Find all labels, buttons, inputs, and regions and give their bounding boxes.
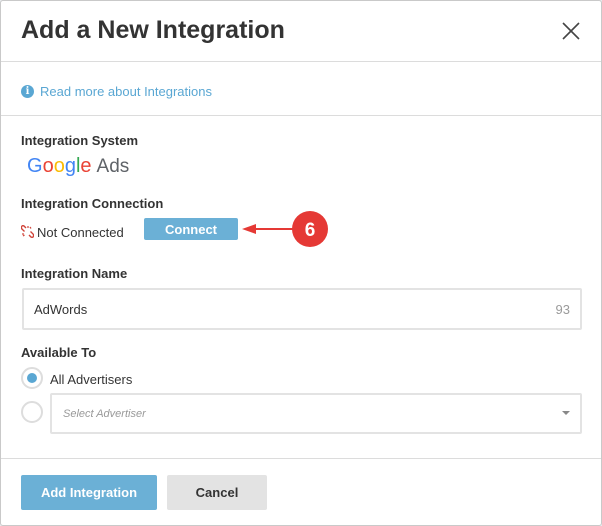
info-icon: i bbox=[21, 85, 34, 98]
close-icon bbox=[562, 22, 580, 40]
close-button[interactable] bbox=[561, 21, 581, 41]
radio-all-advertisers-label: All Advertisers bbox=[50, 372, 133, 387]
connect-button[interactable]: Connect bbox=[144, 218, 238, 240]
unlink-icon bbox=[20, 224, 35, 240]
read-more-text: Read more about Integrations bbox=[40, 84, 212, 99]
available-to-label: Available To bbox=[21, 345, 97, 360]
dialog-title: Add a New Integration bbox=[21, 16, 285, 44]
logo-letter: o bbox=[42, 155, 54, 177]
callout-number: 6 bbox=[305, 220, 316, 241]
callout-arrow-head bbox=[242, 224, 256, 234]
integration-connection-label: Integration Connection bbox=[21, 196, 164, 211]
integration-system-label: Integration System bbox=[21, 133, 139, 148]
read-more-link[interactable]: i Read more about Integrations bbox=[21, 84, 212, 99]
logo-letter: o bbox=[53, 155, 65, 177]
logo-letter: G bbox=[27, 155, 43, 177]
google-wordmark: Google bbox=[27, 155, 92, 178]
radio-select-advertiser[interactable] bbox=[21, 401, 43, 423]
connection-status: Not Connected bbox=[20, 224, 124, 240]
radio-all-advertisers[interactable] bbox=[21, 367, 43, 389]
advertiser-select-placeholder: Select Advertiser bbox=[63, 408, 146, 420]
integration-name-field: 93 bbox=[22, 288, 582, 330]
logo-letter: e bbox=[80, 155, 92, 177]
add-integration-dialog: Add a New Integration i Read more about … bbox=[0, 0, 602, 526]
dialog-footer: Add Integration Cancel bbox=[1, 458, 601, 526]
callout-annotation: 6 bbox=[242, 211, 328, 247]
integration-name-input[interactable] bbox=[34, 290, 514, 328]
google-ads-logo: Google Ads bbox=[27, 155, 129, 178]
char-count: 93 bbox=[555, 302, 570, 317]
logo-letter: g bbox=[64, 155, 76, 177]
connection-status-text: Not Connected bbox=[37, 225, 124, 240]
chevron-down-icon bbox=[562, 411, 570, 415]
read-more-section: i Read more about Integrations bbox=[1, 62, 601, 116]
advertiser-select[interactable]: Select Advertiser bbox=[50, 393, 582, 434]
ads-wordmark: Ads bbox=[96, 156, 130, 177]
dialog-header: Add a New Integration bbox=[1, 1, 601, 62]
cancel-button[interactable]: Cancel bbox=[167, 475, 267, 510]
add-integration-button[interactable]: Add Integration bbox=[21, 475, 157, 510]
integration-name-label: Integration Name bbox=[21, 266, 128, 281]
